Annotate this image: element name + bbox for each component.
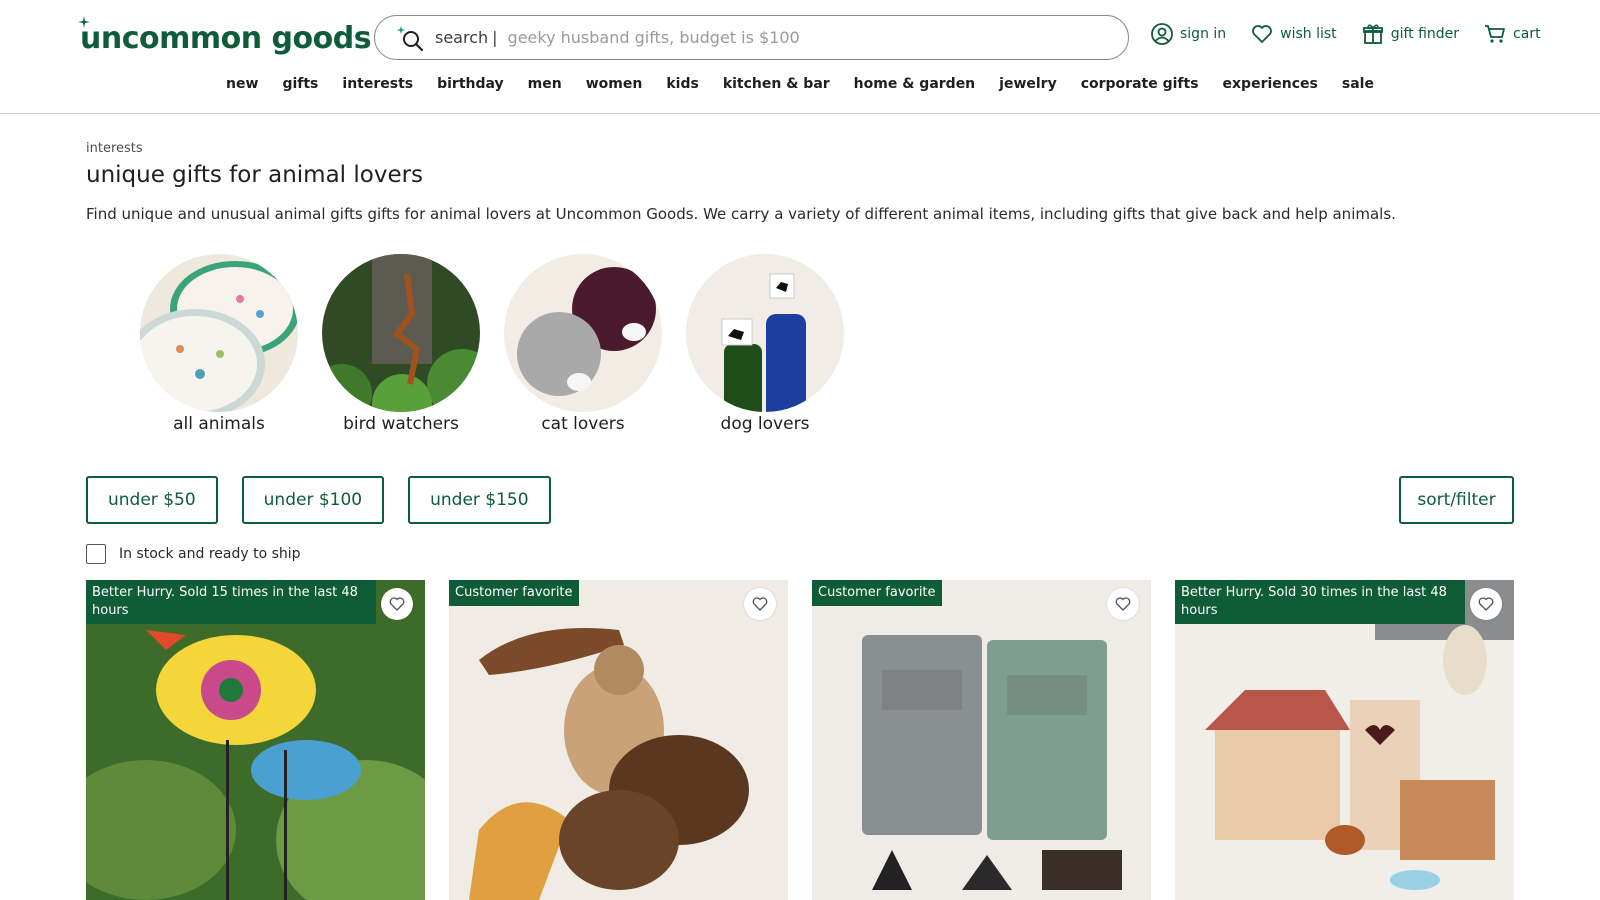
category-image-all-animals	[140, 254, 298, 412]
heart-icon	[1115, 597, 1131, 611]
wish-list-link[interactable]: wish list	[1250, 22, 1337, 46]
wishlist-button[interactable]	[744, 588, 776, 620]
category-image-dog-lovers	[686, 254, 844, 412]
sort-filter-button[interactable]: sort/filter	[1399, 476, 1514, 524]
nav-item-experiences[interactable]: experiences	[1223, 76, 1318, 92]
logo[interactable]: uncommon goods	[78, 16, 372, 58]
utility-nav: sign in wish list gift finder cart	[1150, 22, 1541, 46]
nav-item-interests[interactable]: interests	[342, 76, 413, 92]
product-card[interactable]: Better Hurry. Sold 30 times in the last …	[1175, 580, 1514, 900]
heart-icon	[752, 597, 768, 611]
gift-finder-label: gift finder	[1390, 26, 1460, 42]
product-badge: Customer favorite	[449, 580, 579, 606]
cart-icon	[1485, 25, 1505, 43]
sparkle-icon	[78, 16, 90, 28]
product-card[interactable]: Better Hurry. Sold 15 times in the last …	[86, 580, 425, 900]
nav-item-corporate-gifts[interactable]: corporate gifts	[1081, 76, 1199, 92]
product-image	[86, 580, 425, 900]
category-cat-lovers[interactable]: cat lovers	[504, 254, 662, 434]
in-stock-label[interactable]: In stock and ready to ship	[119, 546, 301, 562]
sign-in-label: sign in	[1180, 26, 1227, 42]
page-title: unique gifts for animal lovers	[86, 162, 424, 188]
category-bird-watchers[interactable]: bird watchers	[322, 254, 480, 434]
under-150-button[interactable]: under $150	[408, 476, 551, 524]
category-carousel: all animals bird watchers cat lovers dog…	[140, 254, 844, 434]
main-nav: new gifts interests birthday men women k…	[0, 76, 1600, 92]
category-image-bird-watchers	[322, 254, 480, 412]
sign-in-link[interactable]: sign in	[1150, 22, 1226, 46]
heart-icon	[1478, 597, 1494, 611]
site-header: uncommon goods search | sign in wish lis…	[0, 0, 1600, 114]
search-label: search	[435, 28, 489, 47]
nav-item-home-garden[interactable]: home & garden	[854, 76, 975, 92]
wish-list-label: wish list	[1280, 26, 1337, 42]
nav-item-sale[interactable]: sale	[1342, 76, 1374, 92]
nav-item-women[interactable]: women	[586, 76, 643, 92]
category-label: dog lovers	[720, 414, 810, 434]
logo-text: uncommon goods	[80, 20, 372, 56]
breadcrumb[interactable]: interests	[86, 141, 143, 156]
user-circle-icon	[1151, 23, 1173, 45]
product-card[interactable]: Customer favorite	[812, 580, 1151, 900]
category-all-animals[interactable]: all animals	[140, 254, 298, 434]
category-label: cat lovers	[541, 414, 625, 434]
search-icon[interactable]	[395, 23, 425, 53]
nav-item-new[interactable]: new	[226, 76, 258, 92]
product-badge: Customer favorite	[812, 580, 942, 606]
nav-item-men[interactable]: men	[528, 76, 562, 92]
nav-item-birthday[interactable]: birthday	[437, 76, 504, 92]
under-100-button[interactable]: under $100	[241, 476, 385, 524]
product-badge: Better Hurry. Sold 30 times in the last …	[1175, 580, 1465, 624]
cart-link[interactable]: cart	[1483, 22, 1541, 46]
product-image	[449, 580, 788, 900]
cart-label: cart	[1513, 26, 1541, 42]
product-badge: Better Hurry. Sold 15 times in the last …	[86, 580, 376, 624]
search-input[interactable]	[507, 28, 1068, 47]
gift-finder-link[interactable]: gift finder	[1361, 22, 1459, 46]
search-divider: |	[492, 28, 498, 47]
wishlist-button[interactable]	[381, 588, 413, 620]
wishlist-button[interactable]	[1470, 588, 1502, 620]
product-grid: Better Hurry. Sold 15 times in the last …	[86, 580, 1514, 900]
product-card[interactable]: Customer favorite	[449, 580, 788, 900]
nav-item-kitchen-bar[interactable]: kitchen & bar	[723, 76, 830, 92]
in-stock-filter: In stock and ready to ship	[86, 544, 301, 564]
price-filters: under $50 under $100 under $150	[86, 476, 551, 524]
under-50-button[interactable]: under $50	[86, 476, 218, 524]
category-label: all animals	[173, 414, 265, 434]
category-image-cat-lovers	[504, 254, 662, 412]
nav-item-jewelry[interactable]: jewelry	[999, 76, 1057, 92]
category-dog-lovers[interactable]: dog lovers	[686, 254, 844, 434]
nav-item-gifts[interactable]: gifts	[282, 76, 318, 92]
product-image	[812, 580, 1151, 900]
gift-icon	[1362, 24, 1383, 44]
category-label: bird watchers	[343, 414, 459, 434]
heart-icon	[389, 597, 405, 611]
search-bar[interactable]: search |	[374, 15, 1129, 60]
nav-item-kids[interactable]: kids	[666, 76, 698, 92]
page-description: Find unique and unusual animal gifts gif…	[86, 205, 1396, 223]
heart-icon	[1252, 25, 1273, 43]
product-image	[1175, 580, 1514, 900]
in-stock-checkbox[interactable]	[86, 544, 106, 564]
wishlist-button[interactable]	[1107, 588, 1139, 620]
